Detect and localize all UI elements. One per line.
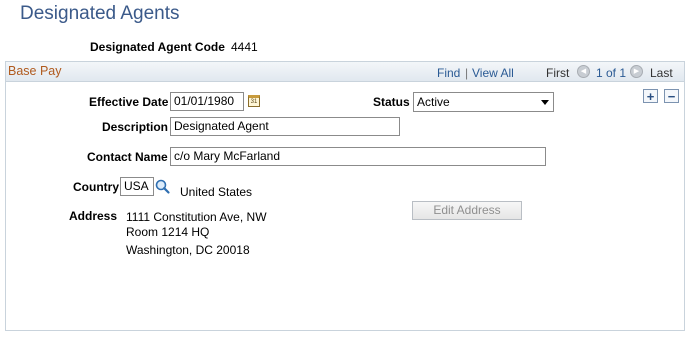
chevron-down-icon: [541, 100, 549, 105]
effective-date-field[interactable]: 01/01/1980: [170, 92, 244, 111]
delete-row-button[interactable]: −: [664, 89, 679, 103]
address-line-2: Room 1214 HQ: [126, 225, 210, 239]
view-all-link[interactable]: View All: [472, 66, 514, 80]
page-title: Designated Agents: [20, 3, 180, 24]
status-selected-value: Active: [417, 95, 450, 109]
address-line-1: 1111 Constitution Ave, NW: [126, 210, 267, 224]
arrow-right-icon[interactable]: ▶: [630, 65, 643, 78]
designated-agent-code-value: 4441: [231, 40, 258, 54]
last-label: Last: [650, 66, 673, 80]
find-link[interactable]: Find: [437, 66, 460, 80]
contact-name-label: Contact Name: [87, 150, 168, 164]
description-field[interactable]: Designated Agent: [170, 117, 400, 136]
panel-title: Base Pay: [8, 64, 62, 78]
add-row-button[interactable]: +: [643, 89, 658, 103]
description-label: Description: [102, 120, 169, 134]
country-description: United States: [180, 185, 253, 199]
address-line-3: Washington, DC 20018: [126, 243, 250, 257]
edit-address-button[interactable]: Edit Address: [412, 201, 522, 220]
status-select[interactable]: Active: [413, 92, 554, 112]
calendar-icon[interactable]: 31: [248, 95, 260, 107]
status-label: Status: [373, 95, 410, 109]
arrow-left-icon[interactable]: ◀: [577, 65, 590, 78]
contact-name-field[interactable]: c/o Mary McFarland: [170, 147, 546, 166]
magnifying-glass-icon[interactable]: [154, 178, 171, 195]
effective-date-label: Effective Date: [89, 95, 169, 109]
first-label: First: [546, 66, 570, 80]
address-label: Address: [69, 209, 118, 223]
designated-agent-code-label: Designated Agent Code: [90, 40, 225, 54]
nav-separator: |: [465, 66, 469, 80]
row-range: 1 of 1: [596, 66, 627, 80]
country-field[interactable]: USA: [120, 177, 154, 196]
country-label: Country: [73, 180, 119, 194]
